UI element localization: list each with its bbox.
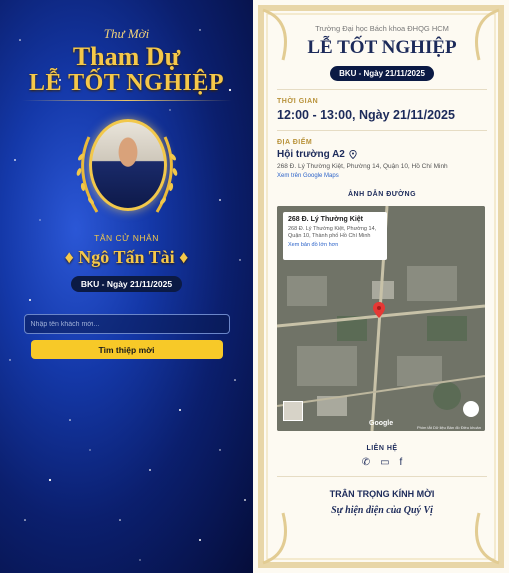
greeting-text: Thư Mời — [103, 26, 150, 41]
title-line-1: Tham Dự — [72, 42, 181, 71]
phone-icon[interactable]: ✆ — [362, 457, 370, 468]
embedded-map[interactable]: 268 Đ. Lý Thường Kiệt 268 Đ. Lý Thường K… — [277, 206, 485, 431]
map-pin-icon — [349, 150, 357, 159]
university-name: Trường Đại học Bách khoa ĐHQG HCM — [315, 24, 449, 33]
map-card-title: 268 Đ. Lý Thường Kiệt — [288, 216, 364, 223]
map-card-address: 268 Đ. Lý Thường Kiệt, Phường 14, Quận 1… — [288, 226, 377, 239]
closing-line-1: TRÂN TRỌNG KÍNH MỜI — [329, 489, 435, 499]
location-address: 268 Đ. Lý Thường Kiệt, Phường 14, Quận 1… — [277, 163, 448, 170]
location-name: Hội trường A2 — [277, 149, 345, 160]
facebook-icon[interactable]: f — [400, 457, 403, 468]
time-label: THỜI GIAN — [277, 98, 319, 105]
divider — [277, 476, 487, 477]
graduate-photo — [88, 119, 167, 211]
google-maps-link[interactable]: Xem trên Google Maps — [277, 173, 487, 179]
graduate-name: ♦ Ngô Tấn Tài ♦ — [64, 247, 189, 267]
graduate-portrait-frame — [67, 117, 187, 227]
time-value: 12:00 - 13:00, Ngày 21/11/2025 — [277, 108, 455, 122]
date-badge: BKU - Ngày 21/11/2025 — [330, 66, 434, 81]
map-footer: Phím tắt Dữ liệu Bản đồ Điều khoản — [416, 425, 481, 430]
location-name-row: Hội trường A2 — [277, 149, 487, 160]
invitation-cover-panel: Thư Mời Tham Dự LỄ TỐT NGHIỆP TÂN CỬ NHÂ… — [0, 0, 253, 573]
divider — [277, 89, 487, 90]
find-invitation-button[interactable]: Tìm thiệp mời — [30, 340, 223, 359]
directions-heading: ẢNH DẪN ĐƯỜNG — [347, 191, 417, 198]
map-fullscreen-control[interactable] — [463, 401, 479, 417]
divider — [277, 130, 487, 131]
map-marker-icon[interactable] — [373, 302, 385, 318]
invitation-details-panel: Trường Đại học Bách khoa ĐHQG HCM LỄ TỐT… — [253, 0, 509, 573]
map-layer-toggle[interactable] — [283, 401, 303, 421]
degree-label: TÂN CỬ NHÂN — [94, 233, 159, 243]
closing-line-2: Sự hiện diện của Quý Vị — [331, 505, 433, 516]
larger-map-link[interactable]: Xem bản đồ lớn hơn — [288, 242, 382, 248]
gold-divider — [21, 100, 232, 101]
guest-name-input[interactable] — [23, 314, 230, 334]
ceremony-title: LỄ TỐT NGHIỆP — [307, 37, 457, 58]
contact-heading: LIÊN HỆ — [366, 445, 398, 452]
location-label: ĐỊA ĐIỂM — [277, 139, 313, 146]
google-logo: Google — [369, 420, 394, 427]
date-badge: BKU - Ngày 21/11/2025 — [70, 276, 183, 292]
contact-icons: ✆ ▭ f — [277, 457, 487, 468]
title-line-2: LỄ TỐT NGHIỆP — [28, 70, 224, 96]
map-place-card: 268 Đ. Lý Thường Kiệt 268 Đ. Lý Thường K… — [283, 212, 387, 260]
message-icon[interactable]: ▭ — [380, 457, 389, 468]
